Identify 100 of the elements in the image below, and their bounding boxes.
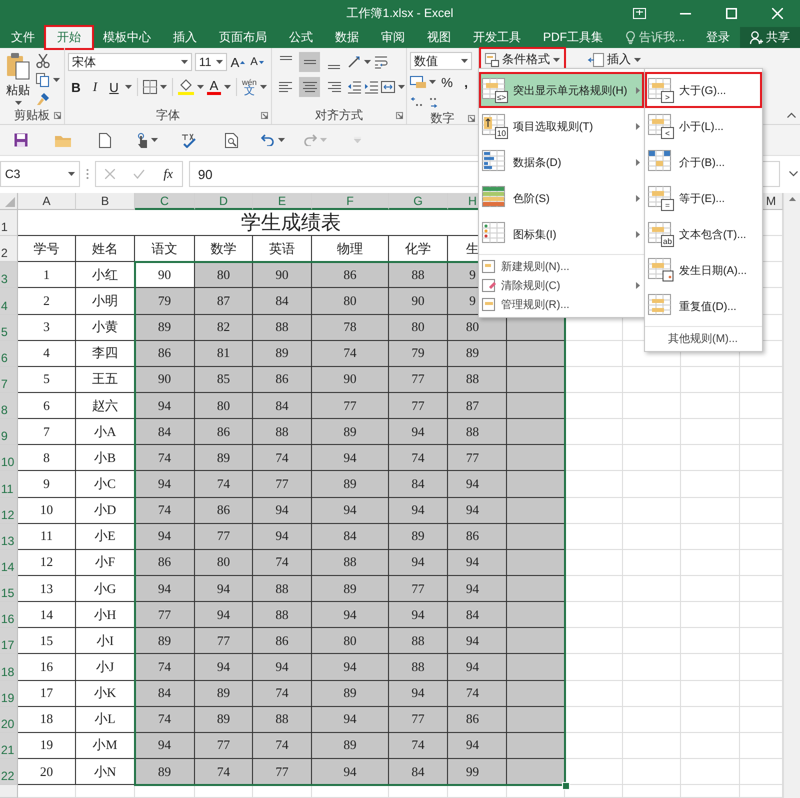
table-cell: 94 (389, 419, 448, 446)
table-cell: 84 (135, 680, 195, 707)
table-cell: 小M (76, 732, 135, 759)
table-cell: 80 (195, 550, 253, 576)
table-cell: 99 (448, 758, 507, 786)
table-cell: 78 (312, 314, 389, 341)
table-cell: 19 (18, 732, 76, 759)
table-cell: 小F (76, 550, 135, 576)
table-cell: 1 (18, 262, 76, 288)
table-cell: 小B (76, 445, 135, 472)
table-cell: 79 (389, 340, 448, 367)
table-cell: 77 (389, 392, 448, 420)
table-cell: 74 (389, 732, 448, 759)
table-cell: 86 (135, 550, 195, 576)
table-cell: 86 (253, 366, 312, 393)
table-cell: 88 (253, 314, 312, 341)
table-cell: 90 (312, 366, 389, 393)
table-cell: 94 (312, 445, 389, 472)
table-cell: 12 (18, 550, 76, 576)
table-cell: 15 (18, 628, 76, 654)
table-cell: 94 (312, 706, 389, 733)
table-cell: 94 (389, 602, 448, 628)
table-cell: 84 (448, 602, 507, 628)
table-cell: 88 (448, 366, 507, 393)
table-cell: 88 (389, 654, 448, 681)
table-cell: 94 (389, 498, 448, 524)
table-cell: 80 (195, 262, 253, 288)
table-cell: 88 (312, 550, 389, 576)
table-cell: 74 (389, 445, 448, 472)
table-cell: 88 (389, 262, 448, 288)
table-cell: 88 (389, 628, 448, 654)
table-cell: 94 (448, 576, 507, 602)
table-cell: 小红 (76, 262, 135, 288)
table-cell: 10 (18, 498, 76, 524)
table-cell: 77 (195, 524, 253, 550)
table-cell: 4 (18, 340, 76, 367)
table-cell: 94 (448, 550, 507, 576)
table-cell: 2 (18, 288, 76, 315)
table-cell: 9 (18, 471, 76, 498)
table-cell: 小A (76, 419, 135, 446)
column-heading: 英语 (253, 236, 312, 262)
table-cell: 74 (253, 445, 312, 472)
group-label: 剪贴板 (14, 107, 50, 124)
table-cell: 88 (253, 419, 312, 446)
column-heading: 化学 (389, 236, 448, 262)
table-cell: 94 (195, 654, 253, 681)
table-cell: 86 (135, 340, 195, 367)
table-cell: 89 (389, 524, 448, 550)
table-cell: 90 (389, 288, 448, 315)
table-cell: 89 (253, 340, 312, 367)
table-cell: 89 (135, 758, 195, 786)
table-cell: 94 (389, 680, 448, 707)
table-cell: 74 (135, 654, 195, 681)
table-cell: 85 (195, 366, 253, 393)
table-cell: 88 (253, 576, 312, 602)
table-cell: 3 (18, 314, 76, 341)
table-cell: 90 (135, 262, 195, 288)
column-heading: 物理 (312, 236, 389, 262)
table-cell: 89 (195, 445, 253, 472)
table-cell: 小黄 (76, 314, 135, 341)
table-cell: 74 (195, 758, 253, 786)
table-cell: 小I (76, 628, 135, 654)
table-cell: 80 (389, 314, 448, 341)
table-cell: 13 (18, 576, 76, 602)
table-cell: 77 (389, 706, 448, 733)
table-cell: 小E (76, 524, 135, 550)
table-cell: 6 (18, 392, 76, 420)
table-cell: 81 (195, 340, 253, 367)
table-cell: 90 (253, 262, 312, 288)
table-cell: 94 (312, 602, 389, 628)
table-cell: 89 (312, 576, 389, 602)
group-label: 数字 (430, 110, 454, 127)
table-cell: 7 (18, 419, 76, 446)
table-cell: 74 (312, 340, 389, 367)
table-cell: 94 (448, 471, 507, 498)
table-cell: 17 (18, 680, 76, 707)
table-cell: 89 (312, 680, 389, 707)
table-cell: 94 (312, 654, 389, 681)
table-cell: 84 (253, 288, 312, 315)
table-cell: 88 (448, 419, 507, 446)
table-cell: 94 (312, 758, 389, 786)
table-cell: 77 (253, 471, 312, 498)
table-cell: 87 (448, 392, 507, 420)
table-cell: 94 (135, 471, 195, 498)
table-cell: 5 (18, 366, 76, 393)
table-cell: 94 (448, 498, 507, 524)
column-heading: 数学 (195, 236, 253, 262)
table-cell: 89 (312, 732, 389, 759)
table-cell: 90 (135, 366, 195, 393)
table-cell: 84 (389, 758, 448, 786)
table-cell: 87 (195, 288, 253, 315)
table-cell: 84 (135, 419, 195, 446)
table-cell: 84 (253, 392, 312, 420)
table-cell: 小H (76, 602, 135, 628)
table-cell: 77 (253, 758, 312, 786)
table-cell: 74 (135, 706, 195, 733)
table-cell: 8 (18, 445, 76, 472)
table-cell: 74 (195, 471, 253, 498)
table-cell: 94 (195, 602, 253, 628)
table-cell: 86 (448, 706, 507, 733)
